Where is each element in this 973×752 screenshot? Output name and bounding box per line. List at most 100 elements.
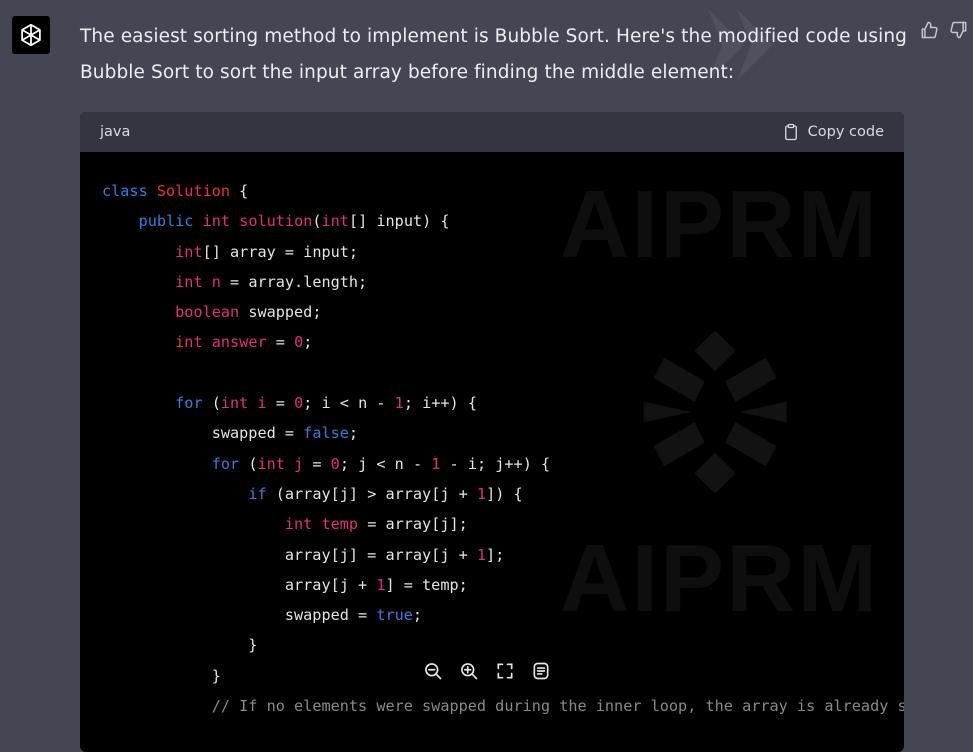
assistant-message: The easiest sorting method to implement … bbox=[80, 26, 908, 83]
thumbs-down-icon bbox=[950, 21, 967, 39]
code-token: n bbox=[211, 272, 221, 291]
code-token: swapped; bbox=[239, 303, 322, 322]
code-token: int bbox=[175, 242, 203, 261]
code-line: swapped = false; bbox=[102, 418, 904, 448]
code-token: 0 bbox=[294, 333, 304, 352]
code-token: boolean bbox=[175, 303, 240, 322]
code-token: array[j] = array[j + bbox=[102, 545, 477, 564]
code-token: = array.length; bbox=[220, 272, 368, 291]
code-token: 1 bbox=[476, 484, 487, 503]
copy-code-button[interactable]: Copy code bbox=[782, 123, 884, 141]
code-token: } bbox=[102, 666, 221, 685]
code-token: true bbox=[376, 606, 413, 625]
code-line: boolean swapped; bbox=[102, 297, 904, 327]
code-token: 0 bbox=[294, 394, 304, 413]
code-token: ]) { bbox=[486, 484, 523, 503]
code-token: ] = temp; bbox=[385, 575, 468, 594]
code-token: int bbox=[284, 515, 313, 534]
zoom-toolbar bbox=[422, 660, 552, 682]
code-token: swapped = bbox=[102, 424, 304, 443]
feedback-buttons bbox=[918, 19, 970, 41]
code-line: int n = array.length; bbox=[102, 267, 904, 297]
code-line: for (int i = 0; i < n - 1; i++) { bbox=[102, 388, 904, 418]
fullscreen-icon bbox=[497, 663, 513, 679]
code-token: int bbox=[321, 212, 349, 231]
openai-logo-icon bbox=[21, 23, 41, 47]
code-line: int answer = 0; bbox=[102, 327, 904, 357]
code-token: ; i < n - bbox=[303, 394, 395, 413]
code-token: if bbox=[248, 484, 267, 503]
zoom-in-icon bbox=[461, 663, 478, 680]
code-token: [] input) { bbox=[348, 212, 450, 231]
code-token: ; bbox=[348, 424, 359, 443]
code-token: class bbox=[102, 182, 157, 200]
code-language-label: java bbox=[100, 124, 131, 140]
code-line: } bbox=[102, 630, 904, 660]
thumbs-down-button[interactable] bbox=[948, 19, 970, 41]
zoom-in-button[interactable] bbox=[458, 660, 480, 682]
code-token: false bbox=[303, 424, 349, 443]
code-line: array[j] = array[j + 1]; bbox=[102, 540, 904, 570]
code-line: if (array[j] > array[j + 1]) { bbox=[102, 479, 904, 509]
notes-icon bbox=[533, 662, 549, 680]
code-token: } bbox=[102, 636, 258, 655]
code-token: - i; j++) { bbox=[440, 454, 551, 473]
code-token: = bbox=[303, 454, 331, 473]
code-token: int bbox=[220, 394, 249, 413]
code-token: answer bbox=[211, 333, 267, 352]
copy-code-label: Copy code bbox=[807, 124, 884, 140]
code-token: 1 bbox=[476, 545, 487, 564]
code-token: { bbox=[230, 182, 249, 200]
code-token: [] array = input; bbox=[202, 242, 359, 261]
code-token: i bbox=[257, 394, 267, 413]
code-lines: class Solution { public int solution(int… bbox=[102, 176, 904, 721]
code-token: temp bbox=[321, 515, 359, 534]
code-line: class Solution { bbox=[102, 176, 904, 206]
code-token: Solution bbox=[156, 182, 231, 200]
code-line: swapped = true; bbox=[102, 600, 904, 630]
code-token: public bbox=[138, 212, 194, 231]
code-block: java Copy code AIPRM AIPRM class Solutio… bbox=[80, 112, 904, 752]
code-token: j bbox=[294, 454, 304, 473]
code-token: for bbox=[175, 394, 203, 413]
assistant-avatar bbox=[12, 16, 50, 54]
code-line: for (int j = 0; j < n - 1 - i; j++) { bbox=[102, 449, 904, 479]
code-token: ; bbox=[412, 606, 423, 625]
code-token: array[j + bbox=[102, 575, 377, 594]
code-header: java Copy code bbox=[80, 112, 904, 152]
code-token: ; j < n - bbox=[339, 454, 432, 473]
code-token: swapped = bbox=[102, 606, 377, 625]
code-token: int bbox=[175, 272, 203, 291]
code-content[interactable]: AIPRM AIPRM class Solution { public int … bbox=[80, 152, 904, 721]
code-token: ( bbox=[202, 394, 221, 413]
code-token: int bbox=[202, 212, 231, 231]
code-token: ; i++) { bbox=[403, 394, 477, 413]
thumbs-up-icon bbox=[921, 21, 938, 39]
code-token: = array[j]; bbox=[358, 515, 468, 534]
code-token: 0 bbox=[330, 454, 340, 473]
thumbs-up-button[interactable] bbox=[918, 19, 940, 41]
code-token: ; bbox=[303, 333, 313, 352]
code-token: (array[j] > array[j + bbox=[266, 484, 477, 503]
code-line: // If no elements were swapped during th… bbox=[102, 691, 904, 721]
notes-button[interactable] bbox=[530, 660, 552, 682]
code-token: ]; bbox=[486, 545, 505, 564]
code-token: int bbox=[175, 333, 203, 352]
zoom-out-button[interactable] bbox=[422, 660, 444, 682]
code-line: array[j + 1] = temp; bbox=[102, 570, 904, 600]
fullscreen-button[interactable] bbox=[494, 660, 516, 682]
code-token: 1 bbox=[394, 394, 404, 413]
code-token: // If no elements were swapped during th… bbox=[211, 697, 904, 716]
zoom-out-icon bbox=[425, 663, 442, 680]
